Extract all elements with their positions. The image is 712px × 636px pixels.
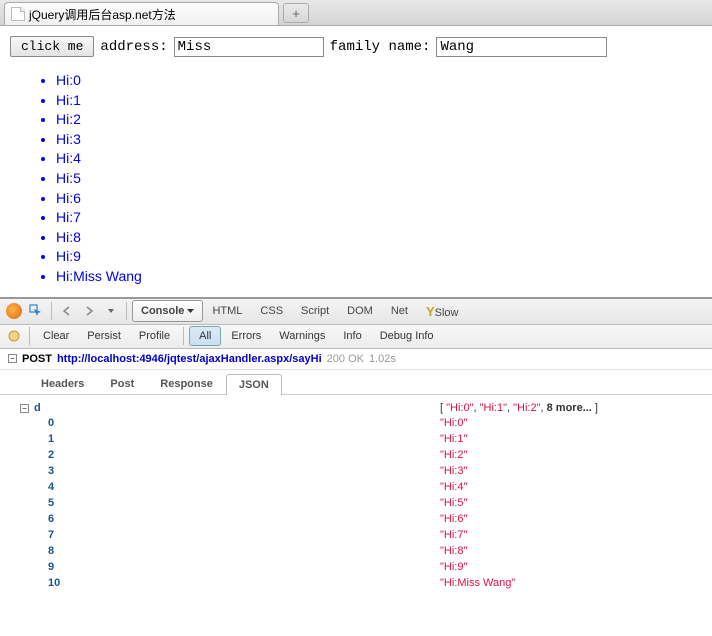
list-item: Hi:7	[56, 208, 702, 228]
list-item: Hi:3	[56, 130, 702, 150]
tab-yslow[interactable]: YYSlowSlow	[417, 299, 468, 324]
tab-script[interactable]: Script	[292, 300, 338, 322]
json-index: 6	[48, 512, 54, 528]
family-name-input[interactable]	[436, 37, 607, 57]
firebug-sub-toolbar: Clear Persist Profile All Errors Warning…	[0, 325, 712, 349]
json-index: 5	[48, 496, 54, 512]
json-index: 9	[48, 560, 54, 576]
json-key: d	[34, 401, 41, 417]
json-value: "Hi:0"	[440, 416, 467, 432]
sub-all[interactable]: All	[189, 326, 221, 346]
inspect-icon[interactable]	[26, 301, 46, 321]
tab-title: jQuery调用后台asp.net方法	[29, 6, 176, 23]
address-input[interactable]	[174, 37, 324, 57]
nav-forward-button[interactable]	[79, 301, 99, 321]
page-icon	[11, 7, 25, 21]
list-item: Hi:Miss Wang	[56, 267, 702, 287]
json-value: "Hi:Miss Wang"	[440, 576, 515, 592]
dropdown-icon[interactable]	[101, 301, 121, 321]
json-index: 8	[48, 544, 54, 560]
family-name-label: family name:	[330, 39, 431, 55]
browser-tab[interactable]: jQuery调用后台asp.net方法	[4, 2, 279, 25]
request-line[interactable]: − POST http://localhost:4946/jqtest/ajax…	[0, 349, 712, 370]
json-array-preview: [ "Hi:0", "Hi:1", "Hi:2", 8 more... ]	[440, 401, 598, 417]
tab-html[interactable]: HTML	[203, 300, 251, 322]
list-item: Hi:4	[56, 149, 702, 169]
response-tabs: Headers Post Response JSON	[0, 370, 712, 395]
tab-dom[interactable]: DOM	[338, 300, 382, 322]
tab-net[interactable]: Net	[382, 300, 417, 322]
sub-persist[interactable]: Persist	[79, 326, 129, 346]
firebug-icon[interactable]	[4, 301, 24, 321]
json-value: "Hi:6"	[440, 512, 467, 528]
sub-clear[interactable]: Clear	[35, 326, 77, 346]
sub-profile[interactable]: Profile	[131, 326, 178, 346]
collapse-icon[interactable]: −	[8, 354, 17, 363]
break-icon[interactable]	[4, 326, 24, 346]
json-viewer: − d [ "Hi:0", "Hi:1", "Hi:2", 8 more... …	[0, 395, 712, 598]
request-time: 1.02s	[369, 353, 396, 365]
page-body: click me address: family name: Hi:0Hi:1H…	[0, 26, 712, 297]
list-item: Hi:8	[56, 228, 702, 248]
request-method: POST	[22, 353, 52, 365]
sub-warnings[interactable]: Warnings	[271, 326, 333, 346]
request-status: 200 OK	[327, 353, 364, 365]
json-index: 3	[48, 464, 54, 480]
json-value: "Hi:5"	[440, 496, 467, 512]
click-me-button[interactable]: click me	[10, 36, 94, 57]
list-item: Hi:0	[56, 71, 702, 91]
resp-tab-headers[interactable]: Headers	[28, 373, 97, 394]
new-tab-button[interactable]: +	[283, 3, 309, 23]
browser-tab-bar: jQuery调用后台asp.net方法 +	[0, 0, 712, 26]
json-value: "Hi:1"	[440, 432, 467, 448]
list-item: Hi:5	[56, 169, 702, 189]
json-value: "Hi:2"	[440, 448, 467, 464]
json-index: 10	[48, 576, 60, 592]
list-item: Hi:2	[56, 110, 702, 130]
firebug-main-toolbar: Console HTML CSS Script DOM Net YYSlowSl…	[0, 299, 712, 325]
json-value: "Hi:3"	[440, 464, 467, 480]
sub-debug[interactable]: Debug Info	[372, 326, 442, 346]
json-index: 4	[48, 480, 54, 496]
json-index: 1	[48, 432, 54, 448]
form-row: click me address: family name:	[10, 36, 702, 57]
tab-console[interactable]: Console	[132, 300, 203, 322]
results-list: Hi:0Hi:1Hi:2Hi:3Hi:4Hi:5Hi:6Hi:7Hi:8Hi:9…	[10, 71, 702, 287]
request-url: http://localhost:4946/jqtest/ajaxHandler…	[57, 353, 322, 365]
json-value: "Hi:8"	[440, 544, 467, 560]
json-index: 2	[48, 448, 54, 464]
resp-tab-json[interactable]: JSON	[226, 374, 282, 395]
json-index: 0	[48, 416, 54, 432]
nav-back-button[interactable]	[57, 301, 77, 321]
json-value: "Hi:9"	[440, 560, 467, 576]
address-label: address:	[100, 39, 167, 55]
list-item: Hi:9	[56, 247, 702, 267]
resp-tab-response[interactable]: Response	[147, 373, 226, 394]
tab-css[interactable]: CSS	[251, 300, 292, 322]
json-value: "Hi:7"	[440, 528, 467, 544]
list-item: Hi:1	[56, 91, 702, 111]
sub-errors[interactable]: Errors	[223, 326, 269, 346]
sub-info[interactable]: Info	[335, 326, 369, 346]
collapse-icon[interactable]: −	[20, 404, 29, 413]
json-index: 7	[48, 528, 54, 544]
list-item: Hi:6	[56, 189, 702, 209]
resp-tab-post[interactable]: Post	[97, 373, 147, 394]
firebug-panel: Console HTML CSS Script DOM Net YYSlowSl…	[0, 297, 712, 598]
json-value: "Hi:4"	[440, 480, 467, 496]
